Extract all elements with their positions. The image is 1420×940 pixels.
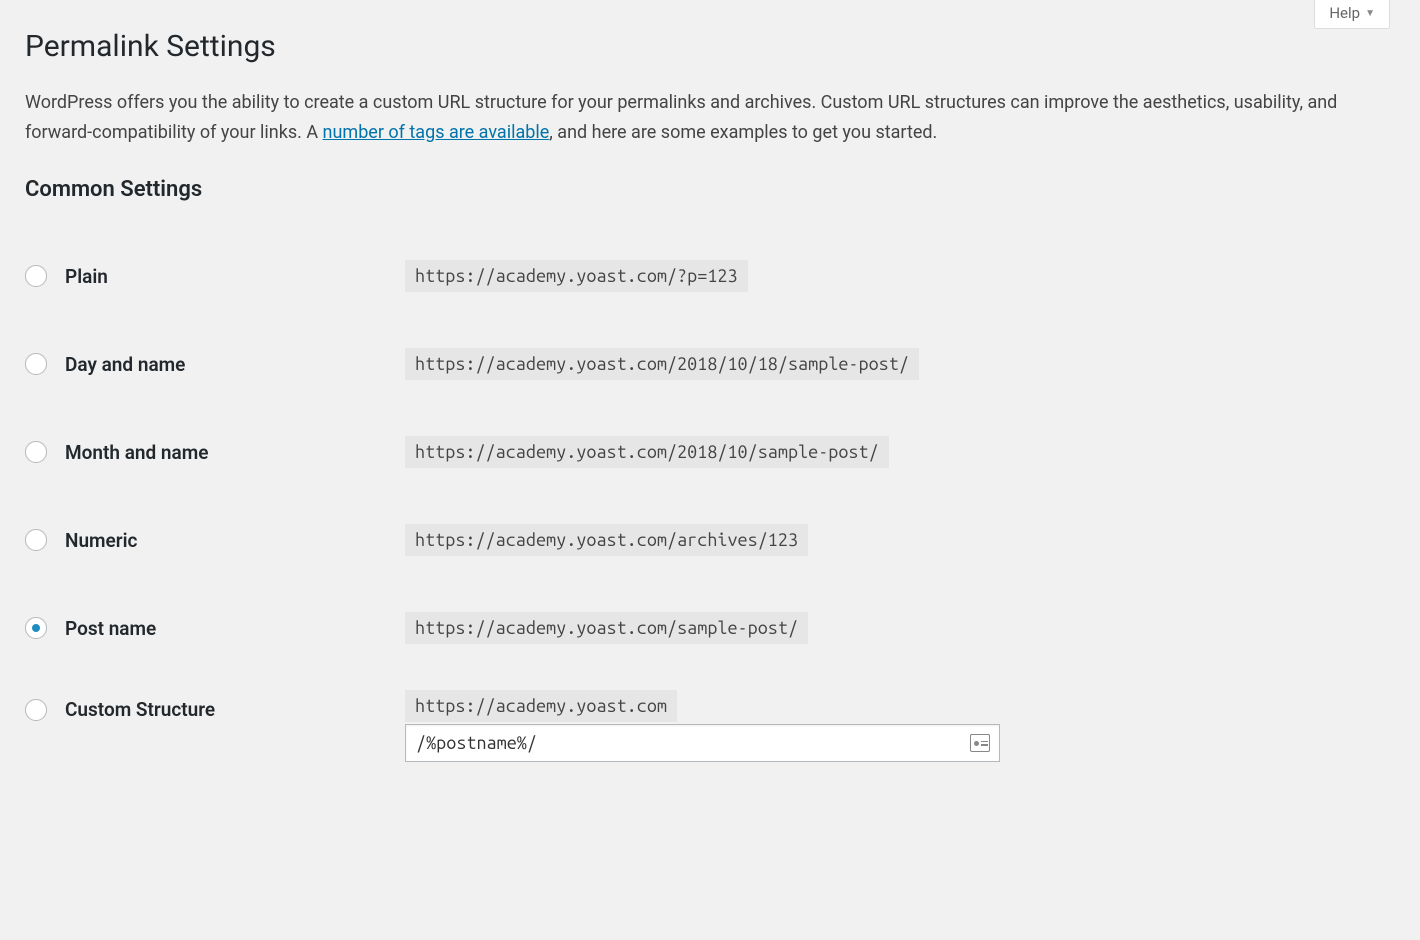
permalink-option-custom[interactable]: Custom Structure xyxy=(25,694,395,721)
chevron-down-icon: ▼ xyxy=(1365,8,1375,19)
radio-post-name[interactable] xyxy=(25,617,47,639)
radio-numeric[interactable] xyxy=(25,529,47,551)
tags-available-link[interactable]: number of tags are available xyxy=(323,122,550,143)
permalink-option-label: Numeric xyxy=(65,529,137,552)
help-tab-label: Help xyxy=(1329,4,1360,22)
radio-plain[interactable] xyxy=(25,265,47,287)
description-text-after: , and here are some examples to get you … xyxy=(549,122,937,143)
permalink-example-month-name: https://academy.yoast.com/2018/10/sample… xyxy=(405,436,889,468)
permalink-option-label: Post name xyxy=(65,617,156,640)
permalink-option-numeric[interactable]: Numeric xyxy=(25,529,395,552)
contact-card-icon xyxy=(970,734,990,752)
permalink-option-label: Custom Structure xyxy=(65,698,215,721)
permalink-option-day-name[interactable]: Day and name xyxy=(25,353,395,376)
permalink-option-label: Month and name xyxy=(65,441,208,464)
permalink-option-plain[interactable]: Plain xyxy=(25,265,395,288)
custom-structure-base-url: https://academy.yoast.com xyxy=(405,690,677,722)
radio-day-name[interactable] xyxy=(25,353,47,375)
page-description: WordPress offers you the ability to crea… xyxy=(25,88,1345,147)
help-tab[interactable]: Help ▼ xyxy=(1314,0,1390,29)
permalink-option-post-name[interactable]: Post name xyxy=(25,617,395,640)
permalink-option-month-name[interactable]: Month and name xyxy=(25,441,395,464)
permalink-option-label: Plain xyxy=(65,265,108,288)
permalink-example-post-name: https://academy.yoast.com/sample-post/ xyxy=(405,612,808,644)
permalink-example-day-name: https://academy.yoast.com/2018/10/18/sam… xyxy=(405,348,919,380)
permalink-example-numeric: https://academy.yoast.com/archives/123 xyxy=(405,524,808,556)
radio-month-name[interactable] xyxy=(25,441,47,463)
permalink-example-plain: https://academy.yoast.com/?p=123 xyxy=(405,260,748,292)
permalink-option-label: Day and name xyxy=(65,353,185,376)
radio-custom[interactable] xyxy=(25,699,47,721)
common-settings-heading: Common Settings xyxy=(25,177,1395,202)
page-title: Permalink Settings xyxy=(25,20,1395,68)
custom-structure-input[interactable] xyxy=(405,724,1000,762)
